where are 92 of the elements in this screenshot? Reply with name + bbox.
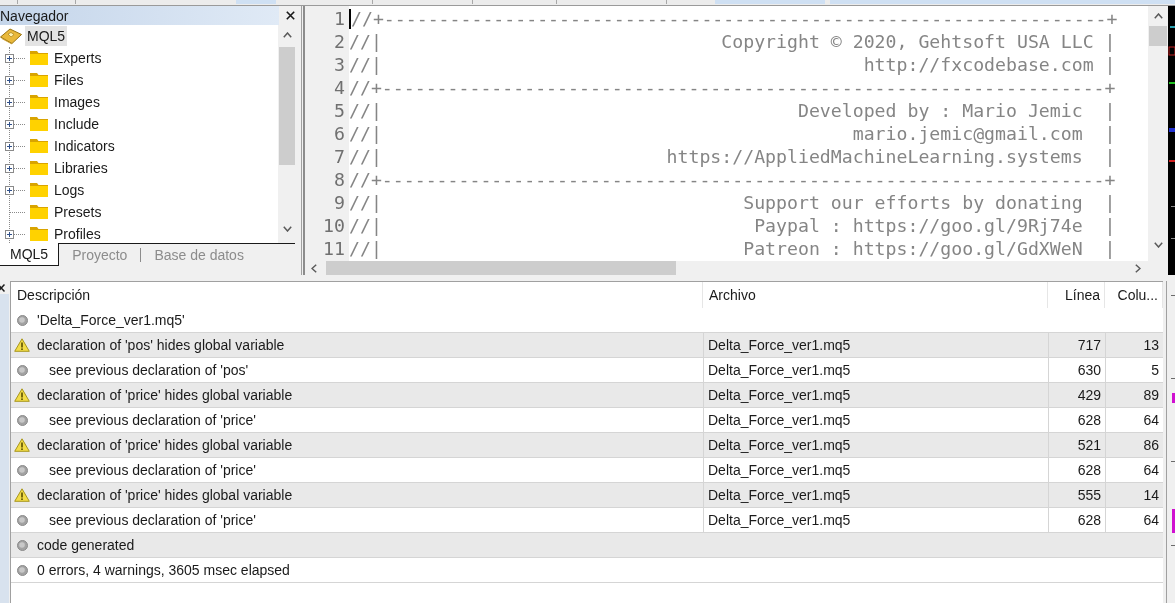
- code-line: //| Developed by : Mario Jemic |: [349, 99, 1116, 122]
- plus-icon[interactable]: [5, 75, 14, 85]
- line-number: 9: [334, 191, 345, 214]
- scrollbar-thumb[interactable]: [326, 261, 676, 275]
- warning-icon: [14, 438, 30, 452]
- plus-icon[interactable]: [5, 163, 14, 173]
- line-number: 10: [323, 214, 345, 237]
- table-cell: 717: [1048, 333, 1105, 357]
- dot-icon: [16, 539, 28, 551]
- table-cell: Delta_Force_ver1.mq5: [703, 333, 1048, 357]
- tab[interactable]: MQL5: [0, 243, 60, 266]
- folder-icon: [30, 73, 48, 87]
- table-cell: 628: [1048, 408, 1105, 432]
- message-text: declaration of 'price' hides global variable: [37, 435, 293, 455]
- folder-icon: [30, 227, 48, 241]
- chevron-down-icon: [1153, 242, 1163, 248]
- table-cell: 521: [1048, 433, 1105, 457]
- table-cell: Delta_Force_ver1.mq5: [703, 408, 1048, 432]
- scrollbar-thumb[interactable]: [279, 47, 295, 165]
- message-text: see previous declaration of 'price': [49, 410, 256, 430]
- close-icon[interactable]: [0, 284, 5, 292]
- table-cell: Delta_Force_ver1.mq5: [703, 383, 1048, 407]
- message-text: code generated: [37, 535, 135, 555]
- message-text: declaration of 'price' hides global variable: [37, 385, 293, 405]
- warning-icon: [14, 338, 30, 352]
- table-cell: Delta_Force_ver1.mq5: [703, 458, 1048, 482]
- line-number: 2: [334, 30, 345, 53]
- line-number: 7: [334, 145, 345, 168]
- message-text: see previous declaration of 'price': [49, 460, 256, 480]
- dot-icon: [16, 564, 28, 576]
- dot-icon: [16, 314, 28, 326]
- folder-icon: [30, 183, 48, 197]
- table-cell: 628: [1048, 508, 1105, 532]
- message-text: see previous declaration of 'pos': [49, 360, 249, 380]
- message-text: 0 errors, 4 warnings, 3605 msec elapsed: [37, 560, 290, 580]
- folder-icon: [30, 95, 48, 109]
- table-cell: 630: [1048, 358, 1105, 382]
- folder-icon: [30, 51, 48, 65]
- table-cell: Delta_Force_ver1.mq5: [703, 433, 1048, 457]
- warning-icon: [14, 488, 30, 502]
- code-line: //+------------------------------------------------------------------+: [351, 7, 1118, 30]
- table-cell: 628: [1048, 458, 1105, 482]
- plus-icon[interactable]: [5, 229, 14, 239]
- tree-item[interactable]: MQL5: [25, 26, 68, 46]
- chevron-right-icon: [1135, 263, 1141, 273]
- line-number: 6: [334, 122, 345, 145]
- plus-icon[interactable]: [5, 185, 14, 195]
- chevron-up-icon: [1153, 13, 1163, 19]
- line-number: 3: [334, 53, 345, 76]
- line-number: 8: [334, 168, 345, 191]
- code-line: //| Patreon : https://goo.gl/GdXWeN |: [349, 237, 1116, 260]
- table-cell: Delta_Force_ver1.mq5: [703, 483, 1048, 507]
- message-text: declaration of 'price' hides global variable: [37, 485, 293, 505]
- book-icon: [0, 27, 22, 45]
- folder-icon: [30, 161, 48, 175]
- chevron-down-icon: [282, 226, 292, 232]
- warning-icon: [14, 388, 30, 402]
- message-text: 'Delta_Force_ver1.mq5': [37, 310, 185, 330]
- scrollbar-thumb[interactable]: [1149, 26, 1167, 46]
- message-text: declaration of 'pos' hides global variable: [37, 335, 285, 355]
- table-cell: 555: [1048, 483, 1105, 507]
- table-cell: 429: [1048, 383, 1105, 407]
- line-number: 11: [323, 237, 345, 260]
- code-line: //| Paypal : https://goo.gl/9Rj74e |: [349, 214, 1116, 237]
- plus-icon[interactable]: [5, 97, 14, 107]
- dot-icon: [16, 414, 28, 426]
- table-cell: Delta_Force_ver1.mq5: [703, 508, 1048, 532]
- code-line: //+------------------------------------------------------------------+: [349, 168, 1116, 191]
- folder-icon: [30, 117, 48, 131]
- plus-icon[interactable]: [5, 119, 14, 129]
- message-text: see previous declaration of 'price': [49, 510, 256, 530]
- code-line: //| mario.jemic@gmail.com |: [349, 122, 1116, 145]
- plus-icon[interactable]: [5, 53, 14, 63]
- line-number: 5: [334, 99, 345, 122]
- dot-icon: [16, 364, 28, 376]
- folder-icon: [30, 139, 48, 153]
- line-number: 4: [334, 76, 345, 99]
- chevron-left-icon: [311, 263, 317, 273]
- dot-icon: [16, 464, 28, 476]
- plus-icon[interactable]: [5, 141, 14, 151]
- dot-icon: [16, 514, 28, 526]
- code-line: //| https://AppliedMachineLearning.systems |: [349, 145, 1116, 168]
- panel-title: Navegador: [0, 6, 279, 25]
- folder-icon: [30, 205, 48, 219]
- chevron-up-icon: [282, 32, 292, 38]
- table-cell: Delta_Force_ver1.mq5: [703, 358, 1048, 382]
- close-icon: [285, 11, 295, 20]
- line-number: 1: [334, 7, 345, 30]
- code-line: //| http://fxcodebase.com |: [349, 53, 1116, 76]
- code-line: //+------------------------------------------------------------------+: [349, 76, 1116, 99]
- code-line: //| Copyright © 2020, Gehtsoft USA LLC |: [349, 30, 1116, 53]
- code-line: //| Support our efforts by donating |: [349, 191, 1116, 214]
